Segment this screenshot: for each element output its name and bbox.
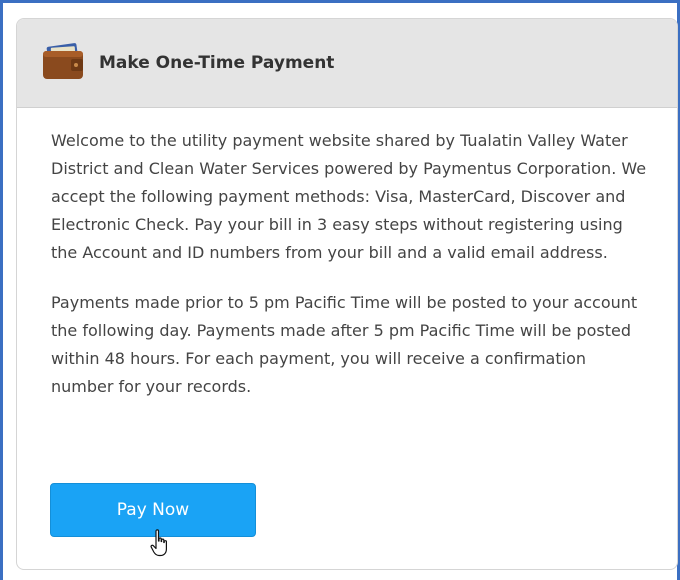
wallet-icon bbox=[43, 43, 83, 79]
payment-panel: Make One-Time Payment Welcome to the uti… bbox=[16, 18, 678, 570]
hand-pointer-icon bbox=[150, 529, 167, 557]
panel-header: Make One-Time Payment bbox=[17, 19, 677, 108]
panel-body: Welcome to the utility payment website s… bbox=[51, 127, 651, 423]
panel-title: Make One-Time Payment bbox=[99, 53, 335, 73]
posting-info-paragraph: Payments made prior to 5 pm Pacific Time… bbox=[51, 293, 638, 396]
intro-paragraph: Welcome to the utility payment website s… bbox=[51, 131, 647, 262]
